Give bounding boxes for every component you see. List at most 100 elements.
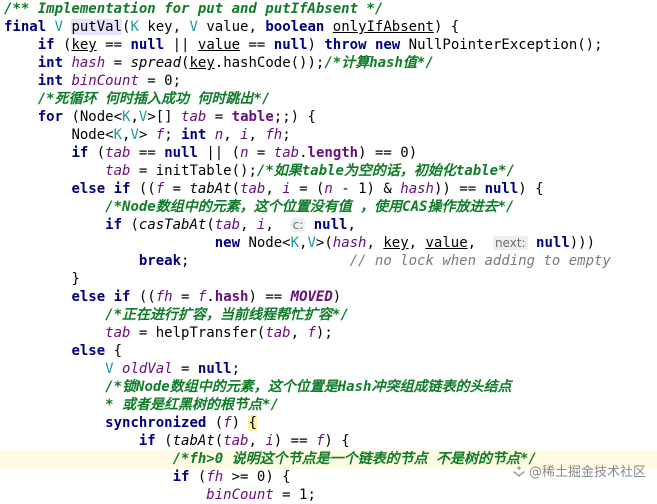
code-editor[interactable]: /** Implementation for put and putIfAbse… [0,0,657,503]
code-token: null [197,361,232,377]
code-token: /*Node数组中的元素，这个位置没有值 ，使用CAS操作放进去*/ [105,199,515,215]
code-token: if [71,145,97,161]
code-token: .hashCode()); [214,55,325,71]
code-token: else if [71,181,139,197]
code-token: ( [206,217,215,233]
code-token: >( [315,235,333,251]
code-token: >= [223,469,257,485]
code-token: /*fh>0 说明这个节点是一个链表的节点 不是树的节点*/ [172,451,537,467]
code-token: ; [172,73,182,89]
code-token: = [273,487,300,503]
code-token: boolean [265,19,333,35]
code-token: new [214,235,249,251]
code-token: = [138,73,165,89]
code-line: synchronized (f) { [4,414,257,432]
code-token: == [96,37,131,53]
code-token: (( [138,289,156,305]
code-line: V oldVal = null; [4,360,240,378]
code-line: tab = initTable();/*如果table为空的话，初始化table… [4,162,515,180]
code-token: ( [231,181,241,197]
code-token: i [240,127,249,143]
code-token: /*正在进行扩容，当前线程帮忙扩容*/ [105,307,349,323]
code-line: * 或者是红黑树的根节点*/ [4,396,279,414]
code-token: = [172,361,198,377]
code-token: * 或者是红黑树的根节点*/ [105,397,279,413]
code-line: if (tab == null || (n = tab.length) == 0… [4,144,417,162]
code-token: tabAt [189,181,232,197]
code-token: /*计算hash值*/ [324,55,434,71]
code-token: length [307,145,359,161]
code-token: else if [71,289,139,305]
code-line: /*Node数组中的元素，这个位置没有值 ，使用CAS操作放进去*/ [4,198,514,216]
code-token: ) [307,37,325,53]
code-token: key [383,235,409,251]
parameter-hint: c: [290,218,306,232]
juejin-logo-icon [512,465,529,480]
code-token: else [71,343,114,359]
code-token: = ( [290,181,325,197]
code-token: , [467,235,493,251]
code-line: binCount = 1; [4,486,316,504]
code-token: casTabAt [138,217,207,233]
code-token: || [172,37,198,53]
code-token: null [273,37,308,53]
code-token: = [105,55,131,71]
code-token: table [231,109,274,125]
code-line: else if ((f = tabAt(tab, i = (n - 1) & h… [4,180,544,198]
code-token: throw new [324,37,409,53]
code-token: . [299,145,308,161]
code-token: n [324,181,333,197]
code-token: V [307,235,316,251]
code-token: final [4,19,55,35]
code-line: if (casTabAt(tab, i, c: null, [4,216,356,234]
code-token: ( [214,433,224,449]
code-token: , [248,127,266,143]
code-token: , [265,217,291,233]
code-token: tab [265,325,291,341]
code-token: NullPointerException(); [408,37,603,53]
code-token: V [54,19,72,35]
code-token: if [172,469,198,485]
code-token: value, [206,19,266,35]
watermark-text: @稀土掘金技术社区 [529,465,647,480]
code-token: ) == [358,145,401,161]
code-token: value [425,235,468,251]
code-token: ) { [518,181,544,197]
code-token: tabAt [172,433,215,449]
code-token: Node< [71,127,114,143]
parameter-hint: next: [492,236,528,250]
code-token: fh [265,127,283,143]
code-token: tab [105,145,131,161]
code-token: if [138,433,165,449]
code-token: { [113,343,123,359]
code-token: (Node< [71,109,123,125]
code-token: , [248,433,266,449]
code-token: fh [206,469,224,485]
code-token: synchronized [105,415,215,431]
code-line: final V putVal(K key, V value, boolean o… [4,18,459,36]
code-token: f [155,181,165,197]
code-token: ) == [273,433,316,449]
code-token: 0 [400,145,409,161]
code-line: if (tabAt(tab, i) == f) { [4,432,350,450]
code-line: else if ((fh = f.hash) == MOVED) [4,288,341,306]
code-token: 0 [164,73,173,89]
code-line: int binCount = 0; [4,72,181,90]
code-token: - [332,181,359,197]
code-token: > [138,127,156,143]
code-token: K [130,19,148,35]
code-token: n [240,145,249,161]
code-line: break; // no lock when adding to empty [4,252,611,270]
code-token: if [105,217,131,233]
code-token: V [105,361,123,377]
code-token: key [71,37,97,53]
